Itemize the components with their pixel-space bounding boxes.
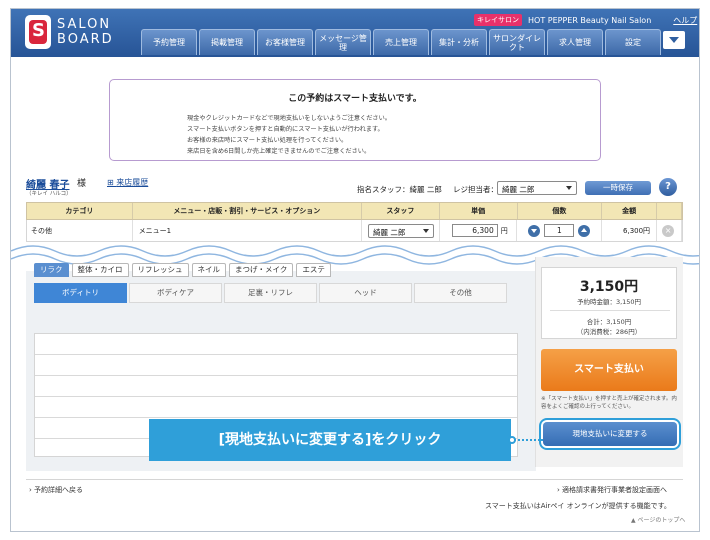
quantity-increase-icon[interactable] <box>578 224 591 237</box>
reservation-amount: 3,150円 <box>579 279 639 295</box>
yen-label: 円 <box>500 226 508 235</box>
temp-save-button[interactable]: 一時保存 <box>585 181 651 195</box>
notice-title: この予約はスマート支払いです。 <box>288 94 422 104</box>
notice-line: お客様の来店時にスマート支払い処理を行ってください。 <box>187 137 348 144</box>
page-top-link[interactable]: ▲ ページのトップへ <box>631 515 685 524</box>
register-staff-label: レジ担当者： <box>453 185 498 194</box>
nav-message[interactable]: メッセージ管理 <box>315 29 371 55</box>
row-staff-cell: 綺麗 二郎 <box>362 220 440 241</box>
col-quantity: 個数 <box>518 203 603 219</box>
smart-pay-notice: この予約はスマート支払いです。 現金やクレジットカードなどで現地支払いをしないよ… <box>109 79 601 161</box>
row-category: その他 <box>27 220 133 241</box>
nav-dropdown-icon[interactable] <box>663 31 685 49</box>
unit-price-input[interactable]: 6,300 <box>451 224 498 237</box>
subtab-body-care[interactable]: ボディケア <box>129 283 222 303</box>
subtab-foot-reflexology[interactable]: 足裏・リフレ <box>224 283 317 303</box>
customer-kana: （キレイ ハルコ） <box>26 191 72 197</box>
header-bar: SALON BOARD キレイサロン HOT PEPPER Beauty Nai… <box>11 9 699 57</box>
category-tabs: リラク 整体・カイロ リフレッシュ ネイル まつげ・メイク エステ <box>34 263 334 277</box>
subcategory-tabs: ボディトリ ボディケア 足裏・リフレ ヘッド その他 <box>34 283 509 303</box>
row-quantity-cell: 1 <box>517 220 603 241</box>
nav-reservation[interactable]: 予約管理 <box>141 29 197 55</box>
col-delete <box>657 203 682 219</box>
list-divider <box>35 396 517 397</box>
list-divider <box>35 354 517 355</box>
reservation-amount-label: 予約時金額：3,150円 <box>576 298 642 306</box>
table-row: その他 メニュー1 綺麗 二郎 6,300 円 1 6,300円 × <box>26 220 683 242</box>
amount-box: 3,150円 予約時金額：3,150円 合計：3,150円 （内消費税：286円… <box>541 267 677 339</box>
page-top-label: ページのトップへ <box>637 517 686 524</box>
amount-divider <box>550 310 670 311</box>
help-link[interactable]: ヘルプ <box>673 15 697 26</box>
row-amount: 6,300円 <box>602 220 658 241</box>
visit-history-label: 来店履歴 <box>116 178 149 187</box>
nav-recruit[interactable]: 求人管理 <box>547 29 603 55</box>
col-menu: メニュー・店販・割引・サービス・オプション <box>133 203 362 219</box>
total-amount: 合計：3,150円 <box>586 318 632 326</box>
kirei-salon-badge: キレイサロン <box>474 14 522 26</box>
help-icon[interactable]: ? <box>659 178 677 196</box>
main-nav: 予約管理 掲載管理 お客様管理 メッセージ管理 売上管理 集計・分析 サロンダイ… <box>141 29 685 55</box>
footer-divider <box>26 479 683 480</box>
logo-icon <box>25 15 51 49</box>
quantity-input[interactable]: 1 <box>544 224 575 237</box>
brand-name: HOT PEPPER Beauty Nail Salon <box>528 15 652 25</box>
logo-text-line2: BOARD <box>57 32 114 47</box>
app-window: SALON BOARD キレイサロン HOT PEPPER Beauty Nai… <box>10 8 700 532</box>
tab-relax[interactable]: リラク <box>34 263 69 277</box>
quantity-decrease-icon[interactable] <box>528 224 541 237</box>
delete-row-icon[interactable]: × <box>662 224 675 237</box>
notice-line: 現金やクレジットカードなどで現地支払いをしないようご注意ください。 <box>187 115 391 122</box>
nav-listing[interactable]: 掲載管理 <box>199 29 255 55</box>
subtab-head[interactable]: ヘッド <box>319 283 412 303</box>
register-staff-value: 綺麗 二郎 <box>502 185 535 194</box>
list-divider <box>35 417 517 418</box>
nav-analytics[interactable]: 集計・分析 <box>431 29 487 55</box>
col-unit-price: 単価 <box>440 203 518 219</box>
tab-nail[interactable]: ネイル <box>191 263 226 277</box>
subtab-body-tori[interactable]: ボディトリ <box>34 283 127 303</box>
row-delete-cell: × <box>657 220 682 241</box>
col-category: カテゴリ <box>27 203 133 219</box>
customer-honorific: 様 <box>77 179 87 189</box>
callout-dot <box>508 436 516 444</box>
col-amount: 金額 <box>602 203 658 219</box>
change-to-onsite-payment-button[interactable]: 現地支払いに変更する <box>543 422 677 446</box>
smart-pay-note: ※「スマート支払い」を押すと売上が確定されます。内容をよくご確認の上行ってくださ… <box>541 396 677 410</box>
row-staff-select[interactable]: 綺麗 二郎 <box>367 223 434 238</box>
list-divider <box>35 375 517 376</box>
nav-settings[interactable]: 設定 <box>605 29 661 55</box>
notice-line: スマート支払いボタンを押すと自動的にスマート支払いが行われます。 <box>187 126 384 133</box>
register-staff-select[interactable]: 綺麗 二郎 <box>497 181 577 195</box>
col-staff: スタッフ <box>362 203 440 219</box>
row-price-cell: 6,300 円 <box>440 220 518 241</box>
airpay-note: スマート支払いはAirペイ オンラインが提供する機能です。 <box>485 502 671 510</box>
nav-sales[interactable]: 売上管理 <box>373 29 429 55</box>
visit-history-link[interactable]: ⊞ 来店履歴 <box>107 177 148 188</box>
tab-refresh[interactable]: リフレッシュ <box>131 263 189 277</box>
notice-line: 来店日を含め6日間しか売上確定できませんのでご注意ください。 <box>187 148 371 155</box>
row-menu: メニュー1 <box>133 220 362 241</box>
salon-board-logo[interactable]: SALON BOARD <box>25 15 114 49</box>
tab-esthetic[interactable]: エステ <box>296 263 331 277</box>
logo-text-line1: SALON <box>57 17 112 32</box>
smart-pay-button[interactable]: スマート支払い <box>541 349 677 391</box>
instruction-callout: [現地支払いに変更する]をクリック <box>149 419 511 461</box>
top-links: キレイサロン HOT PEPPER Beauty Nail Salon ヘルプ <box>474 14 697 26</box>
subtab-other[interactable]: その他 <box>414 283 507 303</box>
row-staff-value: 綺麗 二郎 <box>372 227 406 237</box>
back-link-label: 予約詳細へ戻る <box>34 486 84 494</box>
order-table: カテゴリ メニュー・店販・割引・サービス・オプション スタッフ 単価 個数 金額… <box>26 202 683 242</box>
tab-chiropractic[interactable]: 整体・カイロ <box>71 263 129 277</box>
invoice-settings-link[interactable]: › 適格請求書発行事業者設定画面へ <box>557 485 667 495</box>
invoice-link-label: 適格請求書発行事業者設定画面へ <box>562 486 668 494</box>
designated-staff: 指名スタッフ：綺麗 二郎 <box>357 185 442 194</box>
table-header: カテゴリ メニュー・店販・割引・サービス・オプション スタッフ 単価 個数 金額 <box>26 202 683 220</box>
nav-salon-direct[interactable]: サロンダイレクト <box>489 29 545 55</box>
tax-amount: （内消費税：286円） <box>576 328 642 336</box>
back-to-reservation-link[interactable]: › 予約詳細へ戻る <box>29 485 83 495</box>
tab-eyelash-makeup[interactable]: まつげ・メイク <box>229 263 294 277</box>
nav-customer[interactable]: お客様管理 <box>257 29 313 55</box>
